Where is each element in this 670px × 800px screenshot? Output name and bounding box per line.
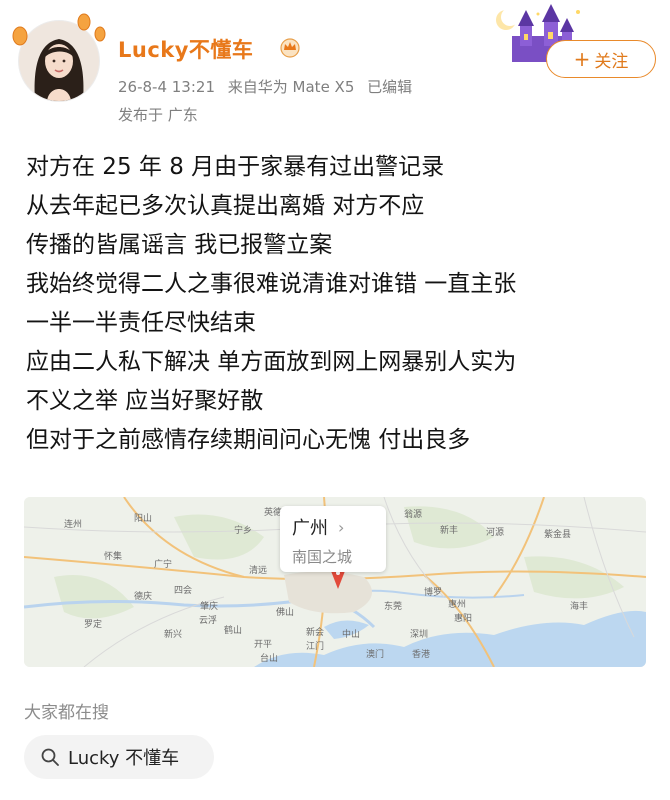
hot-search-title: 大家都在搜 [24,703,109,723]
post-date: 26-8-4 13:21 [118,78,215,96]
post-edited[interactable]: 已编辑 [367,78,412,96]
map-label: 新会 [306,626,324,638]
search-suggestion-label: Lucky 不懂车 [68,748,180,769]
map-label: 紫金县 [544,528,571,540]
post-line: 不义之举 应当好聚好散 [26,388,264,414]
map-label: 翁源 [404,508,422,520]
map-label: 连州 [64,518,82,530]
map-label: 宁乡 [234,524,252,536]
map-label: 四会 [174,584,192,596]
map-label: 惠州 [448,598,466,610]
search-icon [41,748,59,766]
post-line: 我始终觉得二人之事很难说清谁对谁错 一直主张 [26,271,517,297]
follow-label: 关注 [594,51,629,72]
map-label: 清远 [249,564,267,576]
map-label: 澳门 [366,648,384,660]
map-label: 怀集 [104,550,122,562]
map-label: 台山 [260,652,278,664]
map-label: 佛山 [276,606,294,618]
map-label: 云浮 [199,614,217,626]
plus-icon: + [573,47,591,71]
map-label: 肇庆 [200,600,218,612]
map-label: 江门 [306,640,324,652]
map-label: 河源 [486,526,504,538]
post-line: 应由二人私下解决 单方面放到网上网暴别人实为 [26,349,517,375]
search-suggestion[interactable]: Lucky 不懂车 [24,735,214,779]
map-label: 深圳 [410,629,428,640]
map-city-subtitle: 南国之城 [292,548,353,566]
map-label: 博罗 [424,586,442,598]
username[interactable]: Lucky不懂车 [118,34,253,64]
map-label: 罗定 [84,618,102,630]
map-label: 阳山 [134,513,152,524]
map-label: 开平 [254,639,272,650]
post-line: 一半一半责任尽快结束 [26,310,256,336]
map-label: 惠阳 [454,612,472,624]
post-meta: 26-8-4 13:21 来自华为 Mate X5 已编辑 [118,76,420,97]
vip-crown-icon [280,38,300,58]
post-content: 对方在 25 年 8 月由于家暴有过出警记录 从去年起已多次认真提出离婚 对方不… [26,148,656,460]
map-label: 东莞 [384,600,402,612]
map-label: 新兴 [164,628,182,640]
map-label: 中山 [342,628,360,640]
map-city-card[interactable]: 广州 › 南国之城 [280,506,386,572]
map-label: 德庆 [134,590,152,602]
post-line: 从去年起已多次认真提出离婚 对方不应 [26,193,425,219]
map-label: 广宁 [154,558,172,570]
post-line: 但对于之前感情存续期间问心无愧 付出良多 [26,427,471,453]
chevron-right-icon: › [338,517,345,537]
post-line: 传播的皆属谣言 我已报警立案 [26,232,333,258]
post-source: 来自华为 Mate X5 [227,78,355,96]
lantern-decoration-icon [12,13,106,46]
map-label: 新丰 [440,524,458,536]
post-location: 发布于 广东 [118,106,198,124]
map-label: 香港 [412,648,430,660]
post-line: 对方在 25 年 8 月由于家暴有过出警记录 [26,154,445,180]
follow-button[interactable]: + 关注 [546,40,656,78]
map-city-name: 广州 [292,518,328,539]
map-label: 鹤山 [224,624,242,636]
map-label: 海丰 [570,600,588,612]
